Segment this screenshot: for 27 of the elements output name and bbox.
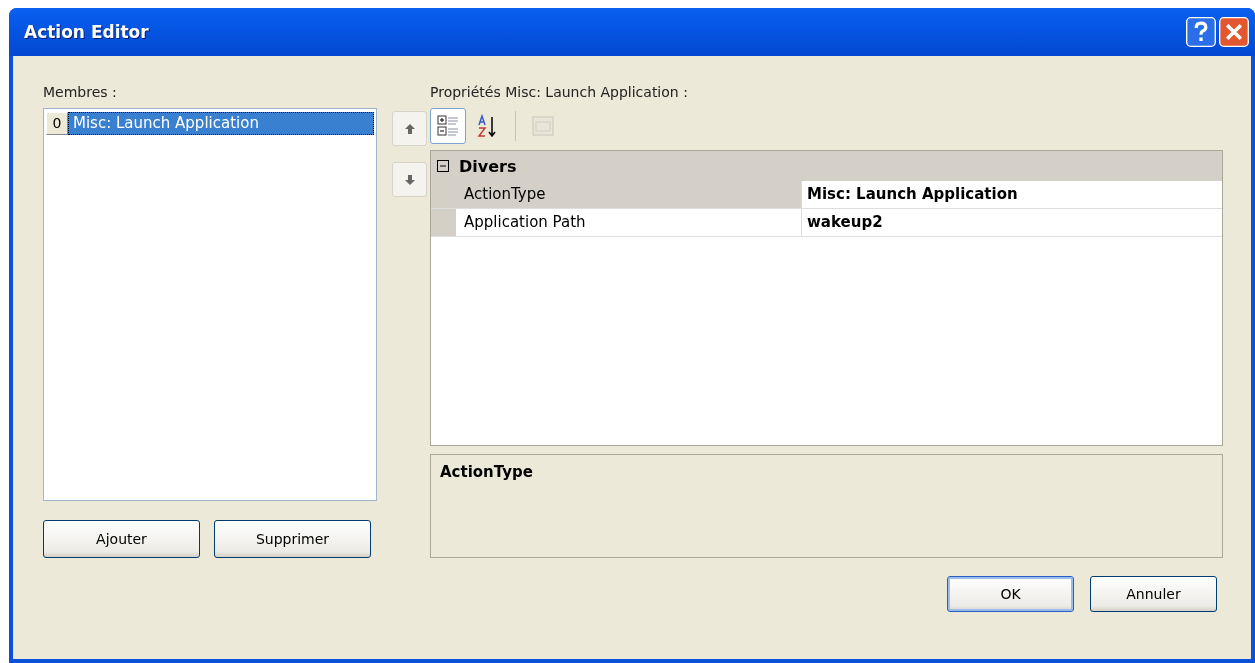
help-button[interactable] — [1186, 17, 1216, 47]
property-name[interactable]: Application Path — [456, 209, 802, 236]
ok-button[interactable]: OK — [947, 576, 1074, 612]
member-item[interactable]: Misc: Launch Application — [68, 112, 374, 135]
description-title: ActionType — [440, 463, 533, 481]
collapse-icon[interactable] — [437, 160, 449, 172]
property-pages-icon — [531, 114, 555, 138]
cancel-button[interactable]: Annuler — [1090, 576, 1217, 612]
remove-button[interactable]: Supprimer — [214, 520, 371, 558]
members-label: Membres : — [43, 84, 118, 100]
up-arrow-icon — [403, 122, 416, 135]
category-name: Divers — [459, 156, 517, 176]
category-row[interactable]: Divers — [431, 151, 1222, 181]
properties-label: Propriétés Misc: Launch Application : — [430, 84, 689, 100]
categorized-button[interactable] — [430, 108, 466, 144]
index-cell: 0 — [46, 112, 68, 135]
down-arrow-icon — [403, 173, 416, 186]
move-down-button[interactable] — [392, 162, 427, 197]
close-button[interactable] — [1219, 17, 1249, 47]
move-up-button[interactable] — [392, 111, 427, 146]
window-title: Action Editor — [24, 22, 149, 42]
property-name[interactable]: ActionType — [456, 181, 802, 208]
add-button[interactable]: Ajouter — [43, 520, 200, 558]
property-value[interactable]: Misc: Launch Application — [802, 181, 1222, 208]
categorized-list-icon — [436, 114, 460, 138]
row-gutter — [431, 209, 456, 236]
property-value[interactable]: wakeup2 — [802, 209, 1222, 236]
